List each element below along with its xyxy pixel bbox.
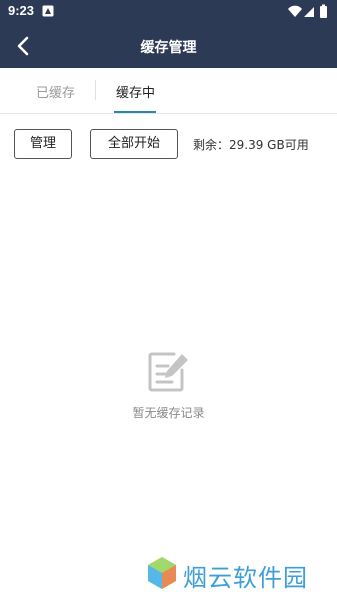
battery-icon <box>320 4 327 18</box>
manage-button[interactable]: 管理 <box>14 129 72 159</box>
empty-state-text: 暂无缓存记录 <box>132 406 205 420</box>
storage-remaining: 剩余：29.39 GB可用 <box>193 138 309 152</box>
tab-cached[interactable]: 已缓存 <box>36 82 75 101</box>
start-all-button[interactable]: 全部开始 <box>90 129 178 159</box>
tab-bar: 已缓存 缓存中 <box>0 68 337 114</box>
tab-caching[interactable]: 缓存中 <box>116 82 155 101</box>
watermark-logo-icon <box>148 557 176 589</box>
notification-icon <box>42 5 54 17</box>
active-tab-indicator <box>114 111 156 113</box>
watermark-text: 烟云软件园 <box>183 564 308 592</box>
edit-note-icon <box>148 352 188 392</box>
signal-icon <box>304 7 314 17</box>
wifi-icon <box>288 5 302 18</box>
status-bar: 9:23 <box>0 0 337 24</box>
tab-divider <box>95 80 96 100</box>
system-icons <box>288 4 327 18</box>
page-title: 缓存管理 <box>140 40 197 56</box>
status-time: 9:23 <box>8 3 35 18</box>
app-bar: 缓存管理 <box>0 24 337 68</box>
